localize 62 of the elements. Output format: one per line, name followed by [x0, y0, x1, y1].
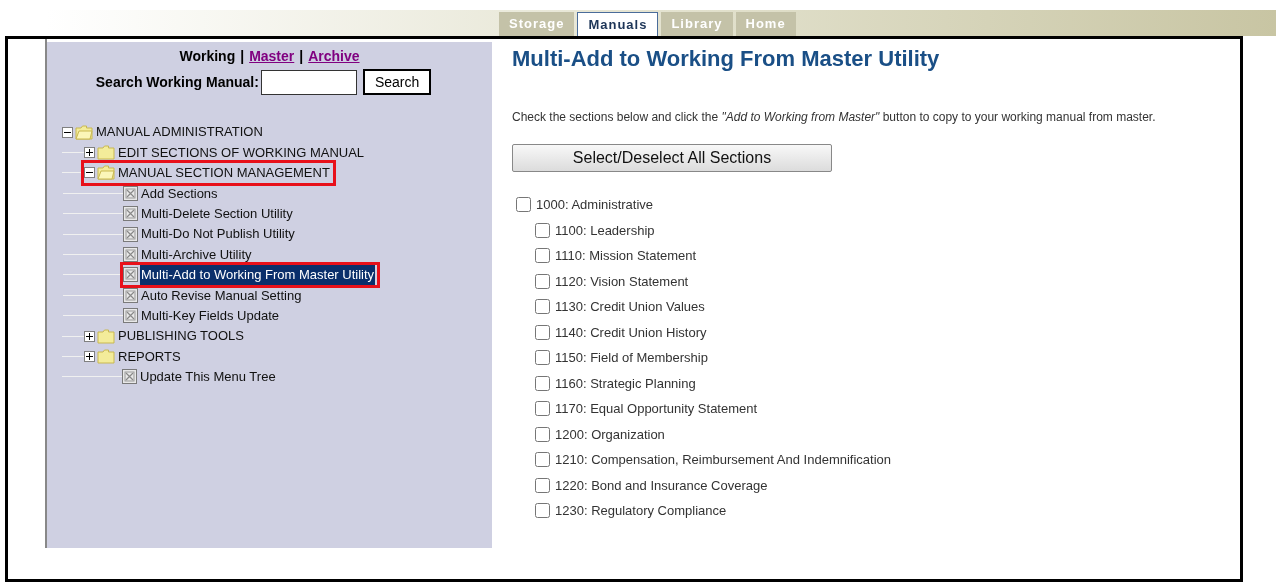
tree-item[interactable]: Multi-Archive Utility: [140, 244, 253, 265]
tree-item[interactable]: Multi-Delete Section Utility: [140, 204, 294, 224]
tree-item[interactable]: PUBLISHING TOOLS: [117, 326, 245, 346]
tree-item[interactable]: Multi-Do Not Publish Utility: [140, 224, 296, 244]
open-folder-icon: [97, 165, 115, 181]
section-label: 1130: Credit Union Values: [555, 298, 705, 316]
separator-text: |: [299, 47, 304, 66]
nav-tab[interactable]: Manuals: [577, 12, 659, 36]
section-checkbox[interactable]: [535, 401, 550, 417]
tree-item[interactable]: REPORTS: [117, 346, 182, 367]
tree-item[interactable]: Add Sections: [140, 183, 219, 204]
section-checkbox[interactable]: [535, 324, 550, 340]
view-link[interactable]: Master: [249, 46, 295, 67]
folder-icon: [97, 145, 115, 161]
section-checkbox[interactable]: [535, 248, 550, 264]
section-checkbox[interactable]: [535, 452, 550, 468]
section-label: 1150: Field of Membership: [555, 349, 708, 367]
instructions-text: Check the sections below and click the "Add to Working from Master" button to copy to your working manual from master.: [512, 109, 1157, 126]
section-label: 1170: Equal Opportunity Statement: [555, 400, 758, 418]
tree-item[interactable]: EDIT SECTIONS OF WORKING MANUAL: [117, 142, 366, 163]
section-checkbox[interactable]: [535, 222, 550, 238]
folder-icon: [97, 349, 115, 364]
search-field[interactable]: [260, 69, 357, 95]
collapse-toggle[interactable]: [84, 167, 95, 179]
tree-item[interactable]: MANUAL SECTION MANAGEMENT: [117, 163, 331, 183]
section-label: 1110: Mission Statement: [555, 247, 697, 265]
section-label: 1220: Bond and Insurance Coverage: [555, 476, 768, 495]
search-button[interactable]: Search: [362, 69, 432, 95]
tree-item[interactable]: MANUAL ADMINISTRATION: [95, 122, 264, 142]
expand-toggle[interactable]: [84, 330, 95, 342]
section-checkbox[interactable]: [535, 426, 550, 442]
tree-item[interactable]: Multi-Add to Working From Master Utility: [140, 265, 376, 285]
open-folder-icon: [75, 124, 93, 140]
expand-toggle[interactable]: [84, 147, 95, 159]
expand-toggle[interactable]: [84, 351, 95, 362]
section-checkbox[interactable]: [535, 503, 550, 519]
section-label: 1140: Credit Union History: [555, 323, 707, 342]
section-checkbox[interactable]: [516, 197, 531, 213]
section-checkbox[interactable]: [535, 299, 550, 315]
section-checkbox[interactable]: [535, 375, 550, 391]
section-checkbox[interactable]: [535, 273, 550, 289]
collapse-toggle[interactable]: [62, 126, 73, 138]
document-icon: [123, 267, 138, 283]
select-all-button[interactable]: Select/Deselect All Sections: [512, 144, 832, 172]
section-checkbox[interactable]: [535, 477, 550, 493]
section-label: 1210: Compensation, Reimbursement And Indemnification: [555, 451, 892, 469]
section-checkbox[interactable]: [535, 350, 550, 366]
view-link[interactable]: Working: [179, 46, 236, 67]
section-label: 1100: Leadership: [555, 221, 655, 240]
tree-item[interactable]: Multi-Key Fields Update: [140, 305, 280, 326]
view-link[interactable]: Archive: [308, 46, 360, 67]
separator-text: |: [240, 47, 245, 66]
page-title: Multi-Add to Working From Master Utility: [512, 45, 941, 73]
search-label: Search Working Manual:: [95, 72, 259, 92]
tree-item[interactable]: Auto Revise Manual Setting: [140, 285, 303, 306]
section-label: 1160: Strategic Planning: [555, 374, 696, 393]
tree-item[interactable]: Update This Menu Tree: [139, 367, 277, 387]
section-label: 1200: Organization: [555, 425, 665, 444]
section-label: 1000: Administrative: [536, 196, 654, 214]
section-label: 1230: Regulatory Compliance: [555, 502, 727, 520]
section-label: 1120: Vision Statement: [555, 272, 689, 291]
folder-icon: [97, 328, 115, 344]
